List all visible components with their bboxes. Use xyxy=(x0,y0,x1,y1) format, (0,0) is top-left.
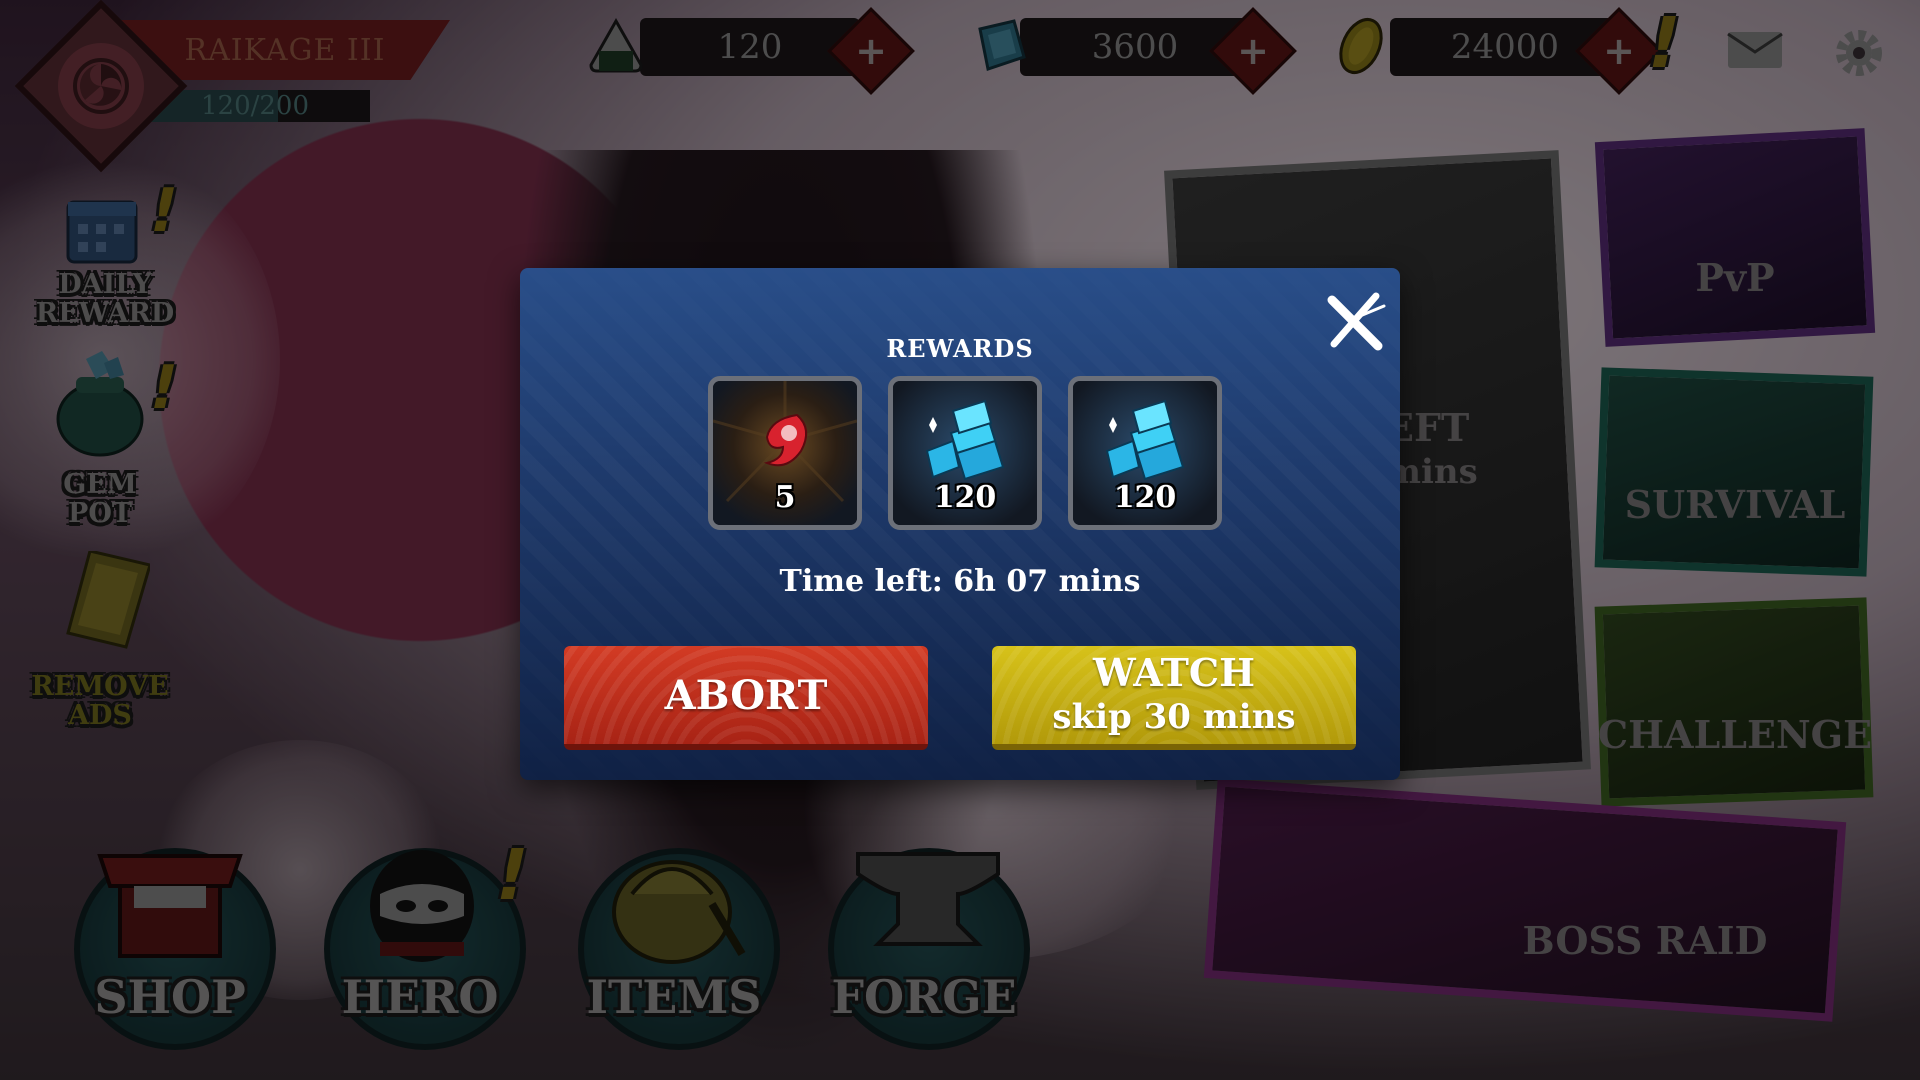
watch-label: WATCH xyxy=(1092,650,1256,695)
watch-sub-label: skip 30 mins xyxy=(1052,697,1296,737)
reward-count: 120 xyxy=(1113,480,1177,515)
watch-ad-button[interactable]: WATCH skip 30 mins xyxy=(992,646,1356,750)
rewards-modal: REWARDS 5 120 120 Time left: 6h 07 mins … xyxy=(520,268,1400,780)
reward-count: 5 xyxy=(774,480,796,515)
abort-label: ABORT xyxy=(664,671,828,719)
reward-count: 120 xyxy=(933,480,997,515)
reward-slot-gems-1: 120 xyxy=(888,376,1042,530)
abort-button[interactable]: ABORT xyxy=(564,646,928,750)
time-left-text: Time left: 6h 07 mins xyxy=(779,564,1141,599)
modal-title: REWARDS xyxy=(886,334,1034,363)
reward-slot-gems-2: 120 xyxy=(1068,376,1222,530)
close-icon xyxy=(1327,292,1386,351)
reward-slot-soul: 5 xyxy=(708,376,862,530)
close-button[interactable] xyxy=(1320,286,1390,356)
